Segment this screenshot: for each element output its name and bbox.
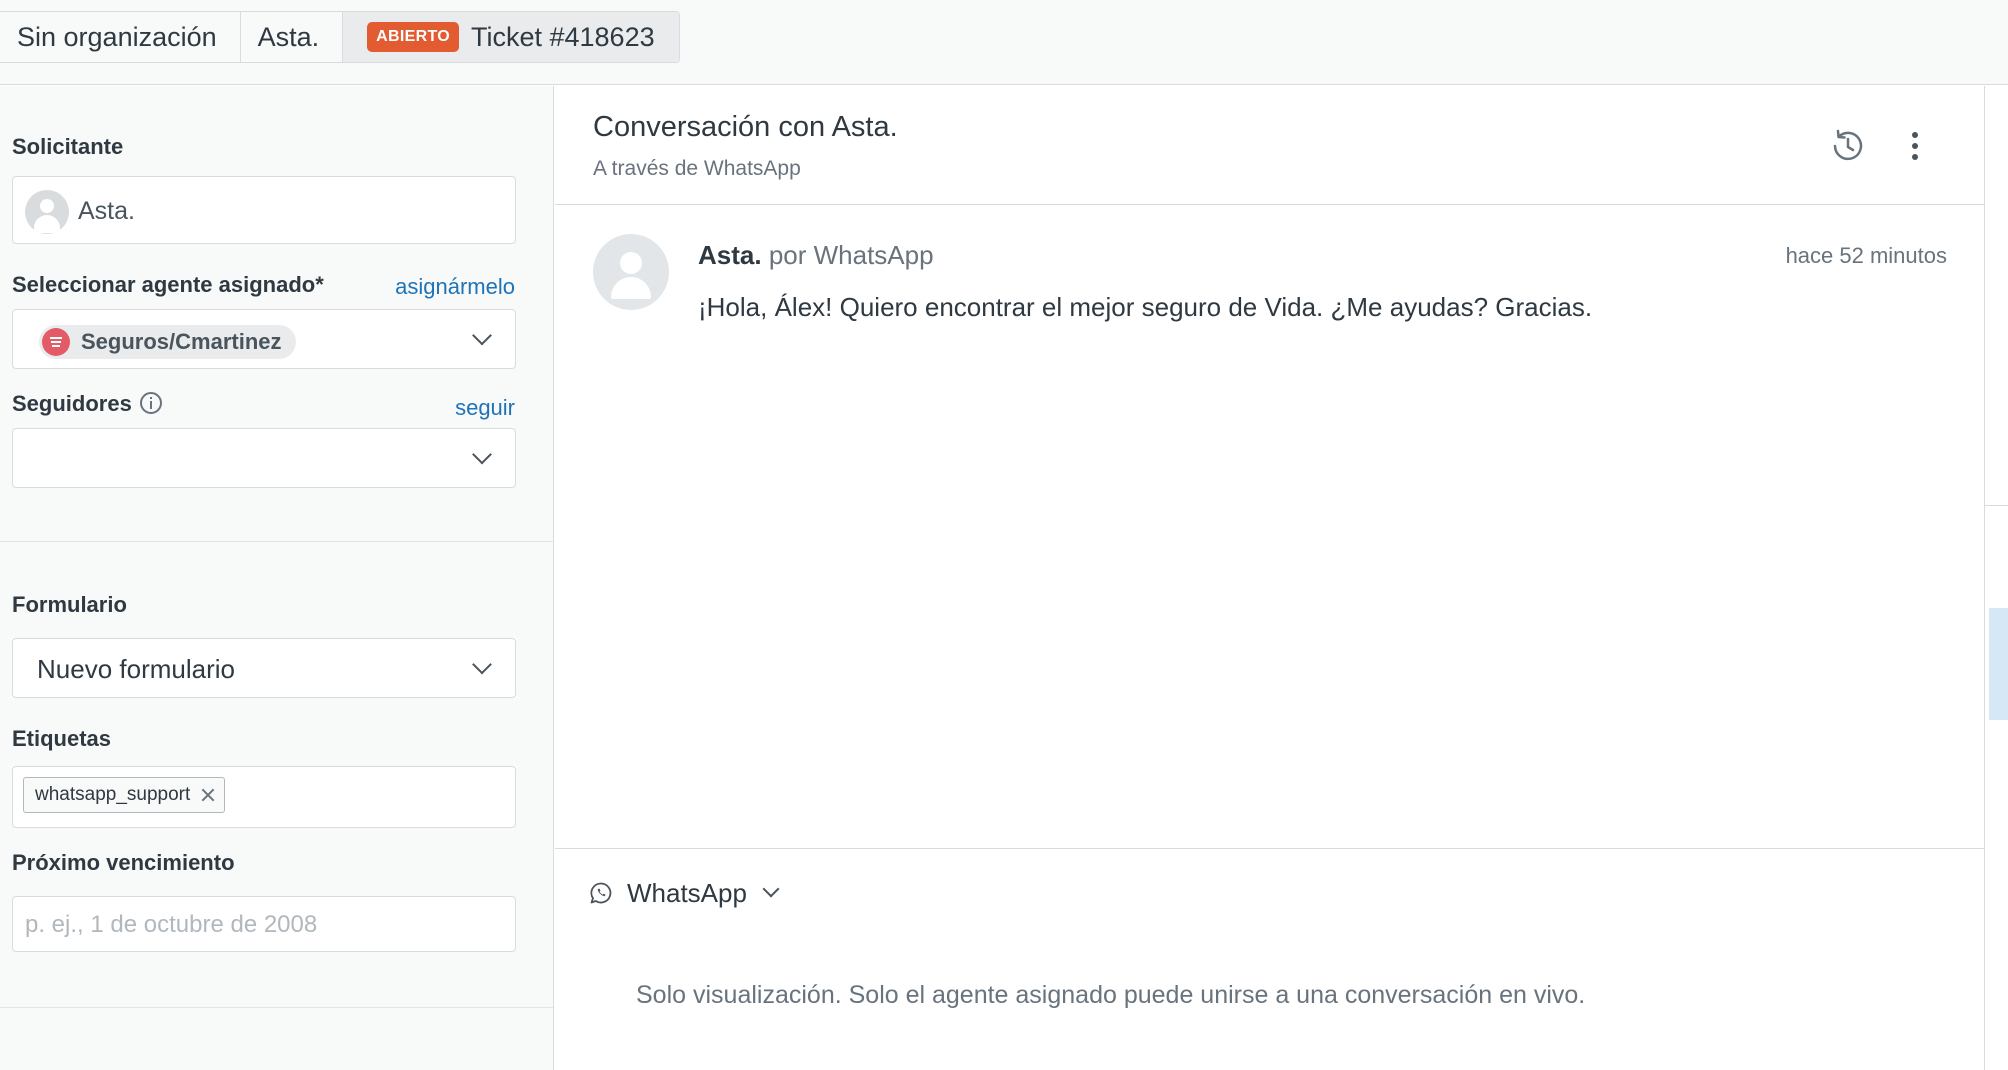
form-value: Nuevo formulario — [37, 654, 235, 684]
tags-input[interactable]: whatsapp_support — [12, 766, 516, 828]
assignee-value: Seguros/Cmartinez — [81, 329, 282, 354]
due-date-label: Próximo vencimiento — [12, 850, 235, 875]
followers-label: Seguidores — [12, 391, 162, 417]
breadcrumb: Sin organización Asta. ABIERTO Ticket #4… — [0, 11, 680, 63]
tag-label: whatsapp_support — [35, 784, 191, 805]
assignee-pill: Seguros/Cmartinez — [39, 325, 296, 359]
chevron-down-icon — [472, 325, 492, 346]
breadcrumb-ticket-label: Ticket #418623 — [470, 21, 655, 52]
divider — [1985, 505, 2008, 506]
requester-value: Asta. — [78, 197, 135, 225]
conversation-channel-subtitle: A través de WhatsApp — [593, 157, 801, 180]
history-icon — [1833, 129, 1863, 161]
message-avatar — [593, 234, 669, 310]
message-author: Asta. por WhatsApp — [698, 240, 934, 271]
info-icon[interactable] — [139, 392, 162, 414]
follow-link[interactable]: seguir — [455, 395, 515, 421]
more-vertical-icon — [1912, 132, 1918, 160]
history-button[interactable] — [1826, 124, 1870, 168]
breadcrumb-organization-label: Sin organización — [17, 21, 217, 52]
channel-label: WhatsApp — [627, 877, 747, 908]
conversation-panel: Conversación con Asta. A través de Whats… — [555, 86, 1984, 1070]
message-channel: por WhatsApp — [768, 240, 934, 270]
whatsapp-icon — [590, 882, 612, 904]
requester-avatar — [25, 190, 69, 234]
divider — [0, 1007, 553, 1008]
read-only-notice: Solo visualización. Solo el agente asign… — [636, 981, 1586, 1009]
chevron-down-icon — [472, 654, 492, 675]
message-timestamp: hace 52 minutos — [1785, 243, 1947, 268]
requester-field[interactable]: Asta. — [12, 176, 516, 244]
followers-select[interactable] — [12, 428, 516, 488]
breadcrumb-ticket[interactable]: ABIERTO Ticket #418623 — [343, 12, 679, 62]
tags-label: Etiquetas — [12, 726, 112, 751]
conversation-title: Conversación con Asta. — [593, 111, 898, 143]
conversation-header: Conversación con Asta. A través de Whats… — [555, 86, 1984, 205]
chevron-down-icon — [762, 880, 780, 898]
assignee-select[interactable]: Seguros/Cmartinez — [12, 309, 516, 369]
assign-to-me-link[interactable]: asignármelo — [395, 274, 515, 300]
composer: WhatsApp Solo visualización. Solo el age… — [555, 848, 1984, 1070]
due-date-field[interactable]: p. ej., 1 de octubre de 2008 — [12, 896, 516, 952]
chevron-down-icon — [472, 444, 492, 465]
form-select[interactable]: Nuevo formulario — [12, 638, 516, 698]
close-icon[interactable] — [200, 787, 216, 803]
channel-selector[interactable]: WhatsApp — [589, 875, 780, 911]
more-options-button[interactable] — [1893, 124, 1937, 168]
breadcrumb-requester-label: Asta. — [257, 21, 320, 52]
group-icon — [42, 328, 70, 356]
scrollbar-thumb[interactable] — [1989, 608, 2008, 720]
form-label: Formulario — [12, 592, 127, 617]
ticket-tab-bar: Sin organización Asta. ABIERTO Ticket #4… — [0, 0, 2008, 85]
tag-chip: whatsapp_support — [23, 777, 226, 813]
context-panel-rail — [1984, 86, 2008, 1070]
due-date-placeholder: p. ej., 1 de octubre de 2008 — [25, 911, 318, 938]
status-badge: ABIERTO — [367, 22, 459, 52]
message-author-name: Asta. — [698, 240, 762, 270]
breadcrumb-requester[interactable]: Asta. — [241, 12, 344, 62]
followers-label-text: Seguidores — [12, 391, 132, 416]
message-body: ¡Hola, Álex! Quiero encontrar el mejor s… — [698, 292, 1593, 322]
assignee-label: Seleccionar agente asignado* — [12, 272, 324, 297]
breadcrumb-organization[interactable]: Sin organización — [0, 12, 241, 62]
ticket-properties-sidebar: Solicitante Asta. Seleccionar agente asi… — [0, 86, 554, 1070]
divider — [0, 541, 553, 542]
requester-label: Solicitante — [12, 134, 124, 159]
